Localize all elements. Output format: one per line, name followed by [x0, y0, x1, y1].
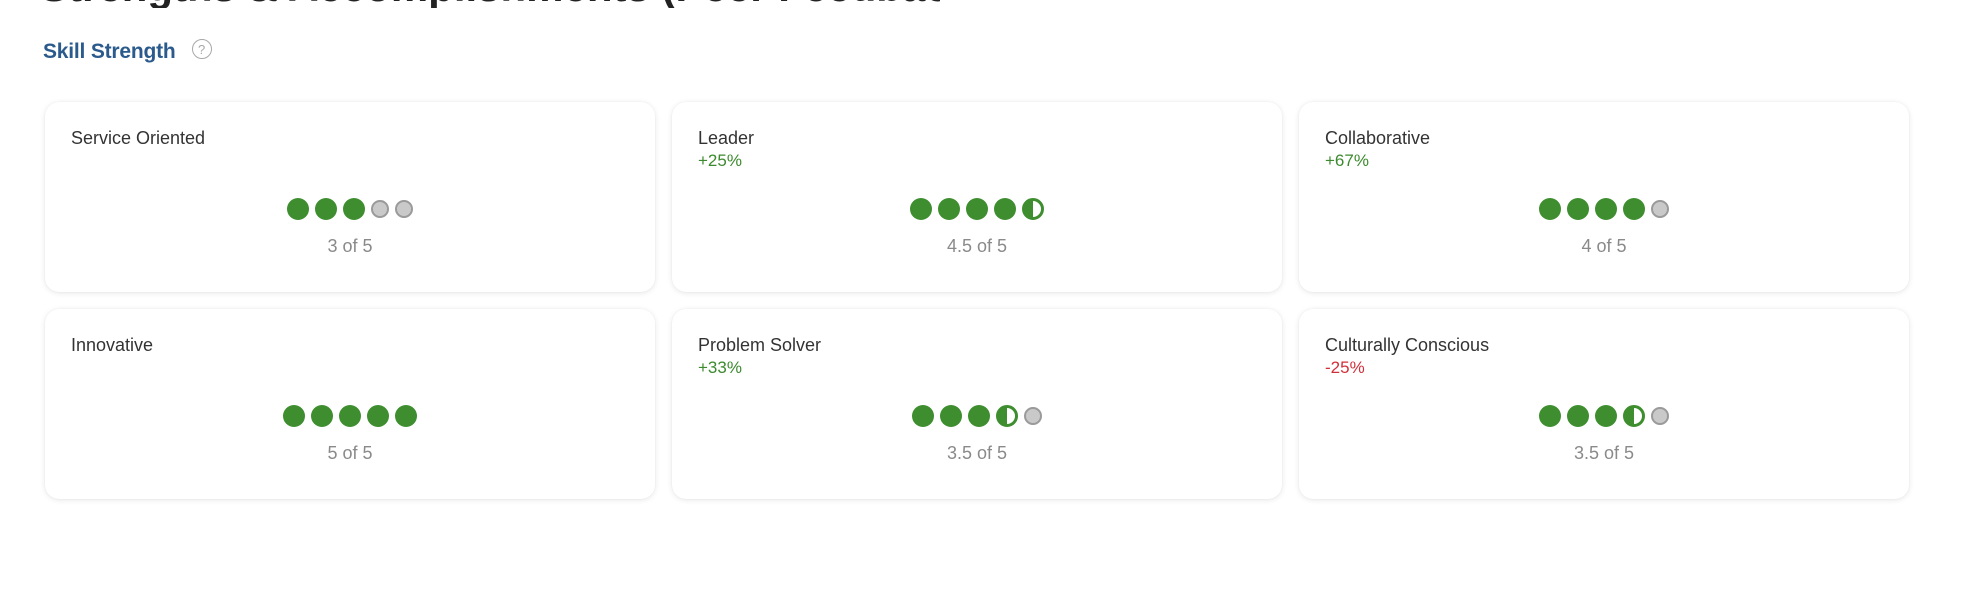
rating-dot-half — [1022, 198, 1044, 220]
section-header: Skill Strength ? — [43, 32, 212, 72]
skill-rating-label: 5 of 5 — [327, 443, 373, 463]
skill-card: Service Oriented 3 of 5 — [45, 102, 655, 292]
skill-card-title: Innovative — [71, 335, 154, 355]
rating-dot-full — [1567, 405, 1589, 427]
skill-rating-dots — [1299, 405, 1909, 427]
skill-card-change: +33% — [698, 358, 742, 377]
rating-dot-empty — [395, 200, 413, 218]
rating-dot-full — [1623, 198, 1645, 220]
rating-dot-full — [1595, 198, 1617, 220]
rating-dot-half — [996, 405, 1018, 427]
skill-card: Problem Solver +33% 3.5 of 5 — [672, 309, 1282, 499]
rating-dot-empty — [1024, 407, 1042, 425]
help-icon[interactable]: ? — [191, 39, 212, 59]
skill-card: Culturally Conscious -25% 3.5 of 5 — [1299, 309, 1909, 499]
rating-dot-full — [940, 405, 962, 427]
rating-dot-empty — [371, 200, 389, 218]
rating-dot-full — [315, 198, 337, 220]
skill-strength-page: Strengths & Accomplishments (Peer Feedba… — [0, 0, 1970, 590]
rating-dot-full — [1539, 405, 1561, 427]
skill-rating-label: 3.5 of 5 — [946, 443, 1008, 463]
rating-dot-full — [287, 198, 309, 220]
skill-rating-dots — [672, 405, 1282, 427]
rating-dot-full — [938, 198, 960, 220]
skill-card-title: Collaborative — [1325, 128, 1431, 148]
rating-dot-full — [994, 198, 1016, 220]
skill-card: Collaborative +67% 4 of 5 — [1299, 102, 1909, 292]
skill-rating-label: 4 of 5 — [1581, 236, 1627, 256]
rating-dot-full — [1539, 198, 1561, 220]
rating-dot-full — [367, 405, 389, 427]
skill-rating-dots — [45, 405, 655, 427]
rating-dot-full — [1567, 198, 1589, 220]
rating-dot-empty — [1651, 200, 1669, 218]
skill-rating-dots — [672, 198, 1282, 220]
skill-card: Leader +25% 4.5 of 5 — [672, 102, 1282, 292]
rating-dot-full — [339, 405, 361, 427]
rating-dot-full — [966, 198, 988, 220]
skill-rating-label: 3 of 5 — [327, 236, 373, 256]
skill-card-change: +25% — [698, 151, 742, 170]
top-title-fragment: Strengths & Accomplishments (Peer Feedba… — [40, 0, 940, 8]
skill-rating-label: 3.5 of 5 — [1573, 443, 1635, 463]
rating-dot-full — [910, 198, 932, 220]
skill-card-title: Problem Solver — [698, 335, 822, 355]
rating-dot-full — [343, 198, 365, 220]
skill-card-change — [71, 150, 629, 172]
skill-rating-label: 4.5 of 5 — [946, 236, 1008, 256]
skill-card-grid: Service Oriented 3 of 5 Leader +25% 4.5 … — [45, 102, 1909, 499]
skill-card: Innovative 5 of 5 — [45, 309, 655, 499]
skill-card-title: Culturally Conscious — [1325, 335, 1490, 355]
skill-card-title: Leader — [698, 128, 755, 148]
rating-dot-half — [1623, 405, 1645, 427]
skill-card-change: -25% — [1325, 358, 1365, 377]
rating-dot-full — [968, 405, 990, 427]
skill-card-change: +67% — [1325, 151, 1369, 170]
rating-dot-full — [395, 405, 417, 427]
skill-card-title: Service Oriented — [71, 128, 206, 148]
rating-dot-full — [283, 405, 305, 427]
top-title-text: Strengths & Accomplishments (Peer Feedba… — [40, 0, 940, 8]
rating-dot-full — [912, 405, 934, 427]
section-title: Skill Strength — [43, 40, 176, 63]
skill-card-change — [71, 357, 629, 379]
skill-rating-dots — [45, 198, 655, 220]
skill-rating-dots — [1299, 198, 1909, 220]
rating-dot-full — [311, 405, 333, 427]
rating-dot-empty — [1651, 407, 1669, 425]
rating-dot-full — [1595, 405, 1617, 427]
